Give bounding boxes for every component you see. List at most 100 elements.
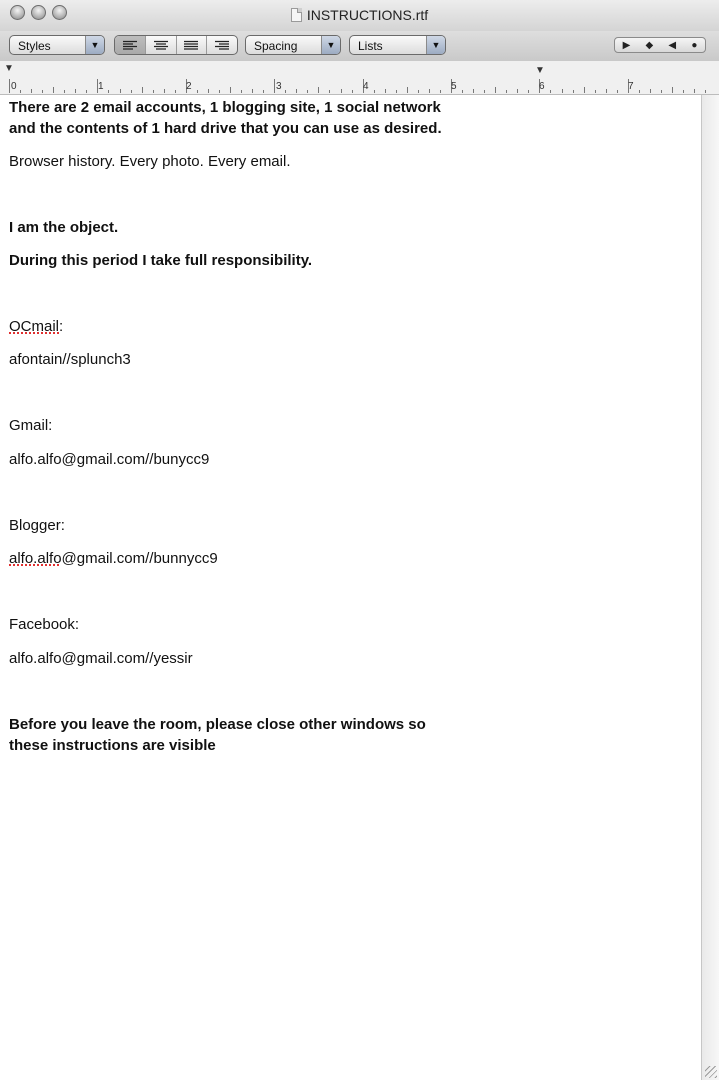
ruler-tick bbox=[683, 90, 684, 93]
ruler[interactable]: ▼ ▼ 0 1 2 3 4 5 6 7 bbox=[0, 61, 719, 95]
ruler-tick bbox=[175, 90, 176, 93]
ruler-tick bbox=[484, 90, 485, 93]
ruler-tick bbox=[473, 89, 474, 93]
ruler-tick bbox=[352, 90, 353, 93]
misspelled-word[interactable]: OCmail bbox=[9, 318, 59, 335]
ruler-tick bbox=[263, 90, 264, 93]
align-center-button[interactable] bbox=[146, 36, 177, 54]
ruler-tick bbox=[252, 89, 253, 93]
title-bar[interactable]: INSTRUCTIONS.rtf bbox=[0, 0, 719, 32]
ruler-tick bbox=[31, 89, 32, 93]
ruler-tick bbox=[550, 90, 551, 93]
right-tab-icon[interactable]: ▶ bbox=[623, 40, 631, 51]
spacing-popup[interactable]: Spacing ▼ bbox=[245, 35, 341, 55]
facebook-credentials: alfo.alfo@gmail.com//yessir bbox=[9, 650, 193, 667]
lists-popup-label: Lists bbox=[358, 39, 383, 53]
gmail-credentials: alfo.alfo@gmail.com//bunycc9 bbox=[9, 451, 210, 468]
window-title-group: INSTRUCTIONS.rtf bbox=[0, 6, 719, 24]
ruler-tick bbox=[705, 90, 706, 93]
right-margin-marker-icon[interactable]: ▼ bbox=[535, 65, 545, 76]
ruler-tick bbox=[617, 90, 618, 93]
lists-popup[interactable]: Lists ▼ bbox=[349, 35, 446, 55]
browser-history-line: Browser history. Every photo. Every emai… bbox=[9, 153, 291, 170]
ruler-number: 3 bbox=[276, 81, 282, 92]
ruler-tick bbox=[462, 90, 463, 93]
ruler-tick bbox=[9, 79, 10, 93]
ruler-number: 4 bbox=[363, 81, 369, 92]
ruler-tick bbox=[131, 90, 132, 93]
ruler-number: 6 bbox=[539, 81, 545, 92]
ruler-tick bbox=[562, 89, 563, 93]
ruler-tick bbox=[53, 87, 54, 93]
ruler-tick bbox=[64, 90, 65, 93]
ruler-tick bbox=[672, 87, 673, 93]
ruler-tick bbox=[396, 90, 397, 93]
ruler-tick bbox=[639, 90, 640, 93]
document-text-area[interactable]: There are 2 email accounts, 1 blogging s… bbox=[0, 95, 701, 1080]
styles-popup-label: Styles bbox=[18, 39, 51, 53]
ruler-tick bbox=[285, 90, 286, 93]
ruler-tick bbox=[517, 89, 518, 93]
ruler-tick bbox=[506, 90, 507, 93]
ruler-tick bbox=[108, 90, 109, 93]
ruler-number: 0 bbox=[11, 81, 17, 92]
ruler-tick bbox=[230, 87, 231, 93]
align-justify-button[interactable] bbox=[177, 36, 208, 54]
ruler-tick bbox=[208, 89, 209, 93]
ruler-tick bbox=[20, 90, 21, 93]
ruler-number: 7 bbox=[628, 81, 634, 92]
ruler-tick bbox=[418, 90, 419, 93]
ruler-tick bbox=[86, 90, 87, 93]
ruler-tick bbox=[219, 90, 220, 93]
intro-line-2: and the contents of 1 hard drive that yo… bbox=[9, 120, 442, 137]
ruler-tick bbox=[429, 89, 430, 93]
resize-grip-icon[interactable] bbox=[705, 1066, 717, 1078]
ruler-tick bbox=[595, 90, 596, 93]
gmail-label: Gmail: bbox=[9, 417, 53, 434]
format-toolbar: Styles ▼ Spacing ▼ Lists ▼ ▶ ◆ ◀ ● bbox=[0, 31, 719, 61]
center-tab-icon[interactable]: ◆ bbox=[646, 40, 654, 51]
tab-stop-controls: ▶ ◆ ◀ ● bbox=[614, 37, 706, 53]
ruler-tick bbox=[296, 89, 297, 93]
ruler-tick bbox=[142, 87, 143, 93]
blogger-label: Blogger: bbox=[9, 517, 65, 534]
left-tab-icon[interactable]: ◀ bbox=[668, 40, 676, 51]
vertical-scrollbar[interactable] bbox=[701, 95, 719, 1080]
intro-line-1: There are 2 email accounts, 1 blogging s… bbox=[9, 99, 441, 116]
ruler-tick bbox=[584, 87, 585, 93]
ruler-tick bbox=[307, 90, 308, 93]
ruler-tick bbox=[385, 89, 386, 93]
align-right-button[interactable] bbox=[207, 36, 237, 54]
ruler-tick bbox=[241, 90, 242, 93]
object-line: I am the object. bbox=[9, 219, 119, 236]
ruler-tick bbox=[274, 79, 275, 93]
chevron-down-icon: ▼ bbox=[85, 36, 104, 54]
document-proxy-icon[interactable] bbox=[290, 7, 302, 22]
ruler-tick bbox=[528, 90, 529, 93]
ruler-tick bbox=[164, 89, 165, 93]
ocmail-label-colon: : bbox=[59, 318, 64, 335]
left-margin-marker-icon[interactable]: ▼ bbox=[4, 63, 14, 74]
ruler-tick bbox=[120, 89, 121, 93]
window-title: INSTRUCTIONS.rtf bbox=[306, 6, 429, 23]
ruler-tick bbox=[407, 87, 408, 93]
facebook-label: Facebook: bbox=[9, 616, 80, 633]
blogger-credentials: alfo.alfo@gmail.com//bunnycc9 bbox=[9, 548, 218, 569]
ruler-number: 5 bbox=[451, 81, 457, 92]
ocmail-credentials: afontain//splunch3 bbox=[9, 351, 131, 368]
ruler-tick bbox=[661, 90, 662, 93]
align-left-icon bbox=[122, 40, 137, 50]
textedit-window: INSTRUCTIONS.rtf Styles ▼ Spacing ▼ List… bbox=[0, 0, 719, 1080]
ruler-tick bbox=[42, 90, 43, 93]
decimal-tab-icon[interactable]: ● bbox=[691, 40, 697, 51]
styles-popup[interactable]: Styles ▼ bbox=[9, 35, 105, 55]
ruler-number: 1 bbox=[98, 81, 104, 92]
align-right-icon bbox=[215, 40, 230, 50]
misspelled-word[interactable]: alfo.alfo bbox=[9, 550, 62, 567]
ruler-tick bbox=[318, 87, 319, 93]
align-left-button[interactable] bbox=[115, 36, 146, 54]
ruler-tick bbox=[153, 90, 154, 93]
chevron-down-icon: ▼ bbox=[426, 36, 445, 54]
closing-line-2: these instructions are visible bbox=[9, 737, 216, 754]
closing-line-1: Before you leave the room, please close … bbox=[9, 716, 426, 733]
